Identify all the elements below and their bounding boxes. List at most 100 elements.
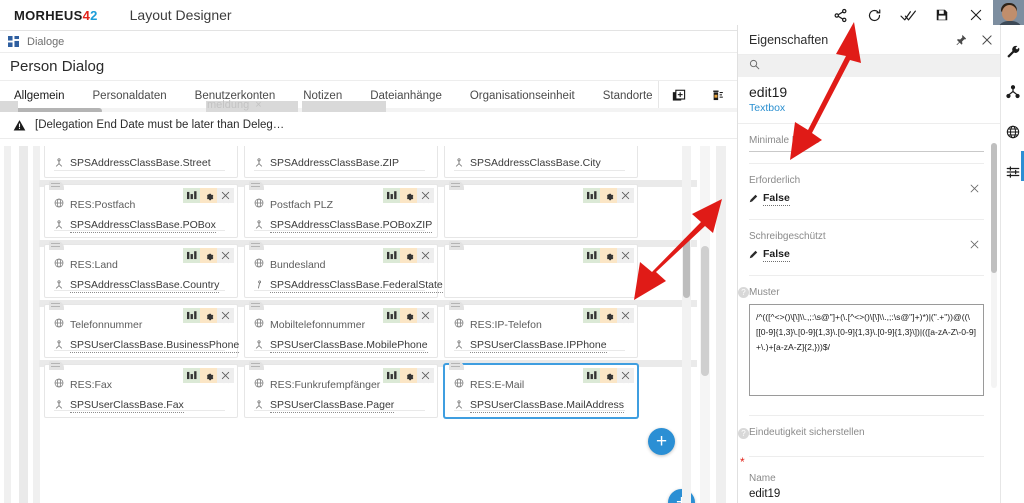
globe-icon <box>254 198 264 211</box>
property-schreibgeschuetzt[interactable]: Schreibgeschützt False <box>738 231 1000 264</box>
wrench-icon[interactable] <box>1003 42 1023 62</box>
gear-icon[interactable] <box>400 188 417 203</box>
field-card[interactable]: Textbox ✕ <box>244 361 438 418</box>
selected-object-type[interactable]: Textbox <box>749 102 1000 114</box>
layout-columns-icon[interactable] <box>583 308 600 323</box>
card-handle[interactable] <box>449 181 464 190</box>
remove-icon[interactable] <box>417 368 434 383</box>
remove-icon[interactable] <box>417 188 434 203</box>
card-handle[interactable] <box>249 181 264 190</box>
card-actions <box>383 308 434 323</box>
card-handle[interactable] <box>449 301 464 310</box>
field-card[interactable]: SPSAddressClassBase.Street <box>44 146 238 178</box>
remove-icon[interactable] <box>217 308 234 323</box>
card-handle[interactable] <box>449 241 464 250</box>
field-card-empty[interactable] <box>444 241 638 298</box>
add-element-fab[interactable]: + <box>648 428 675 455</box>
layout-columns-icon[interactable] <box>183 188 200 203</box>
properties-vertical-scrollbar[interactable] <box>991 143 997 388</box>
gear-icon[interactable] <box>200 188 217 203</box>
field-card[interactable]: Textbox ✕ <box>244 241 443 298</box>
gear-icon[interactable] <box>200 308 217 323</box>
layout-columns-icon[interactable] <box>583 188 600 203</box>
sliders-icon[interactable] <box>1003 162 1023 182</box>
layout-columns-icon[interactable] <box>383 308 400 323</box>
card-handle[interactable] <box>49 361 64 370</box>
card-handle[interactable] <box>49 181 64 190</box>
canvas-vertical-scrollbar[interactable] <box>682 146 691 503</box>
gear-icon[interactable] <box>600 248 617 263</box>
sitemap-icon[interactable] <box>1003 82 1023 102</box>
gear-icon[interactable] <box>200 368 217 383</box>
remove-icon[interactable] <box>217 248 234 263</box>
gear-icon[interactable] <box>400 368 417 383</box>
grid-icon <box>8 36 19 47</box>
remove-icon[interactable] <box>217 188 234 203</box>
card-handle[interactable] <box>249 241 264 250</box>
property-erforderlich[interactable]: Erforderlich False <box>738 175 1000 208</box>
remove-icon[interactable] <box>617 368 634 383</box>
card-actions <box>183 188 234 203</box>
edit-pencil-icon[interactable] <box>749 246 758 264</box>
property-eindeutigkeit[interactable]: ? Eindeutigkeit sicherstellen <box>738 427 1000 439</box>
card-binding-row: SPSAddressClassBase.ZIP <box>245 146 437 171</box>
remove-icon[interactable] <box>217 368 234 383</box>
layout-columns-icon[interactable] <box>383 248 400 263</box>
field-card[interactable]: SPSAddressClassBase.City <box>444 146 638 178</box>
layout-columns-icon[interactable] <box>583 368 600 383</box>
field-card[interactable]: Textbox ✕ <box>44 241 238 298</box>
card-handle[interactable] <box>49 241 64 250</box>
properties-scrollbar-thumb[interactable] <box>991 143 997 273</box>
layout-columns-icon[interactable] <box>183 248 200 263</box>
page-scrollbar-thumb[interactable] <box>701 246 709 376</box>
clear-property-icon[interactable] <box>969 239 980 253</box>
card-handle[interactable] <box>49 301 64 310</box>
card-handle[interactable] <box>249 361 264 370</box>
help-icon[interactable]: ? <box>738 428 749 439</box>
field-card[interactable]: Textbox ✕ <box>244 301 438 358</box>
field-card[interactable]: Textbox ✕ <box>244 181 438 238</box>
layout-columns-icon[interactable] <box>583 248 600 263</box>
remove-icon[interactable] <box>617 188 634 203</box>
remove-icon[interactable] <box>417 248 434 263</box>
field-card[interactable]: Textbox ✕ <box>44 181 238 238</box>
close-icon[interactable] <box>974 25 1000 55</box>
field-card-selected[interactable]: Textbox ✕ <box>444 361 638 418</box>
edit-pencil-icon[interactable] <box>749 190 758 208</box>
layout-columns-icon[interactable] <box>183 368 200 383</box>
page-vertical-scrollbar[interactable] <box>700 146 710 503</box>
card-handle[interactable] <box>449 361 464 370</box>
layout-columns-icon[interactable] <box>383 188 400 203</box>
layout-columns-icon[interactable] <box>383 368 400 383</box>
remove-icon[interactable] <box>617 308 634 323</box>
gear-icon[interactable] <box>400 248 417 263</box>
gear-icon[interactable] <box>600 188 617 203</box>
clear-property-icon[interactable] <box>969 183 980 197</box>
layout-canvas[interactable]: SPSAddressClassBase.Street SPSAddressCla… <box>0 146 737 503</box>
gear-icon[interactable] <box>600 368 617 383</box>
layout-columns-icon[interactable] <box>183 308 200 323</box>
globe-icon[interactable] <box>1003 122 1023 142</box>
help-icon[interactable]: ? <box>738 287 749 298</box>
field-card[interactable]: Textbox ✕ <box>44 361 238 418</box>
remove-icon[interactable] <box>417 308 434 323</box>
property-muster[interactable]: ? Muster <box>738 287 1000 401</box>
canvas-scrollbar-thumb[interactable] <box>683 238 690 298</box>
gear-icon[interactable] <box>400 308 417 323</box>
remove-icon[interactable] <box>617 248 634 263</box>
card-handle[interactable] <box>249 301 264 310</box>
pattern-textarea[interactable] <box>749 304 984 396</box>
pin-icon[interactable] <box>948 25 974 55</box>
property-name[interactable]: * Name edit19 <box>738 455 1000 500</box>
field-card-empty[interactable] <box>444 181 638 238</box>
field-card[interactable]: SPSAddressClassBase.ZIP <box>244 146 438 178</box>
field-card[interactable]: Textbox ✕ <box>444 301 638 358</box>
property-minimale-laenge[interactable]: Minimale Länge <box>738 135 1000 152</box>
properties-search-bar[interactable] <box>738 55 1000 77</box>
gear-icon[interactable] <box>600 308 617 323</box>
breadcrumb[interactable]: Dialoge <box>0 31 737 53</box>
properties-search-input[interactable] <box>767 60 947 72</box>
message-ghost-close-icon[interactable]: × <box>255 99 261 111</box>
gear-icon[interactable] <box>200 248 217 263</box>
field-card[interactable]: Textbox ✕ <box>44 301 240 358</box>
